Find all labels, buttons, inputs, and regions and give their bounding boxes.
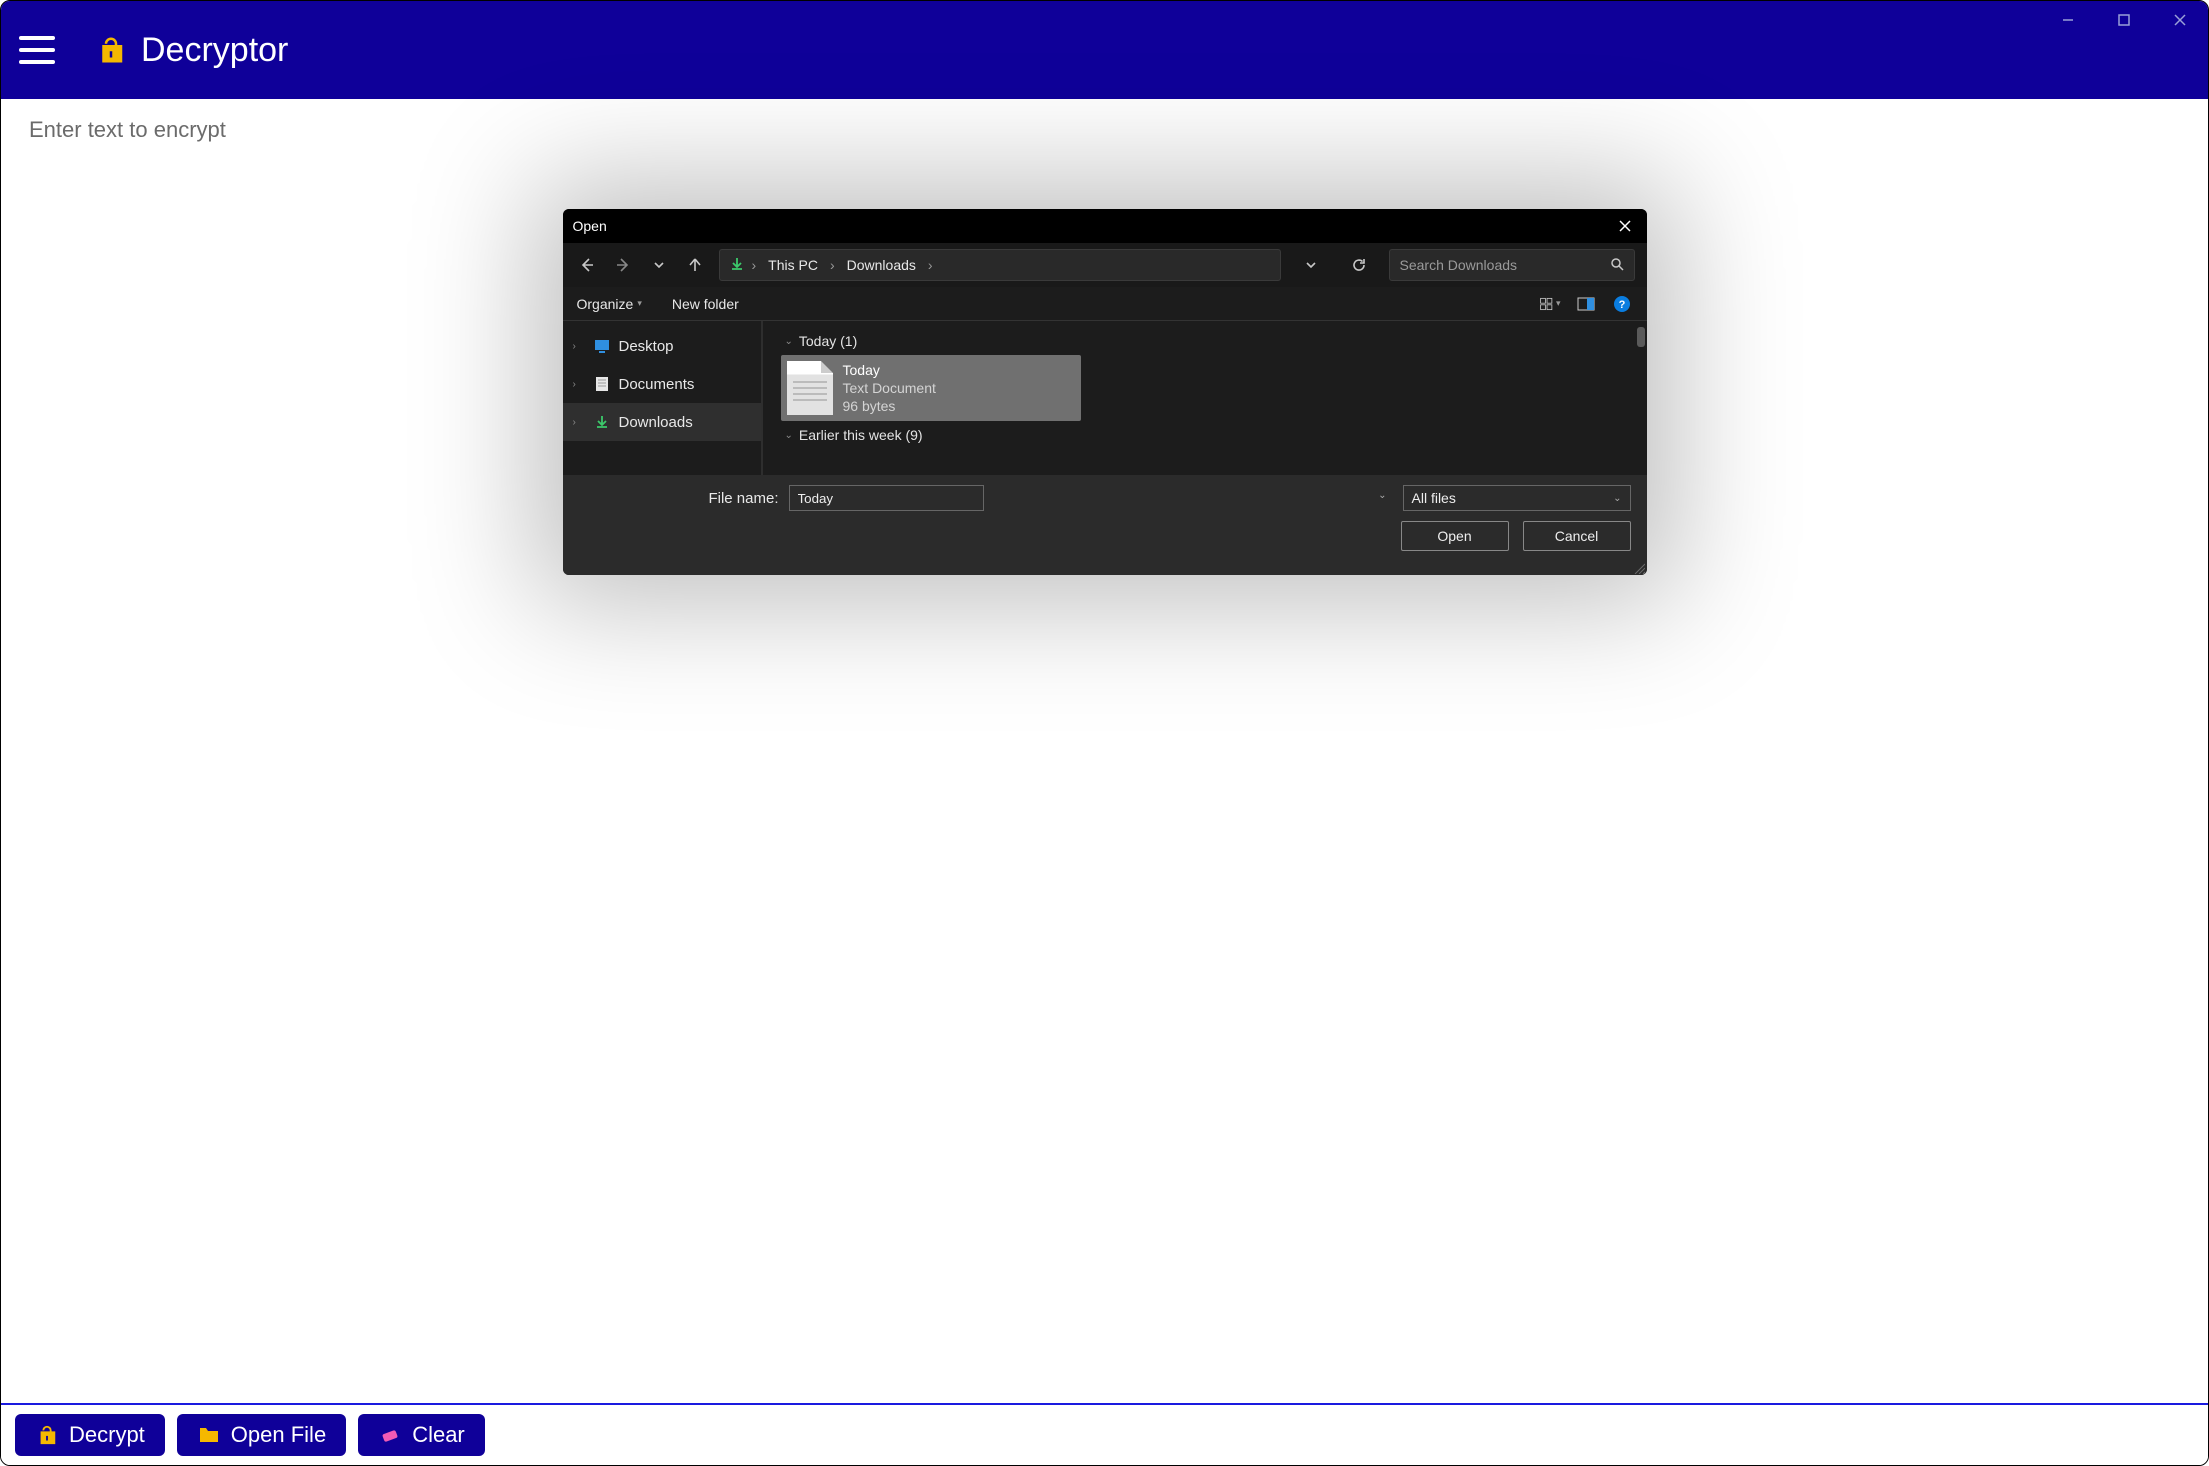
- filename-label: File name:: [579, 490, 779, 507]
- dialog-nav: › This PC › Downloads ›: [563, 243, 1647, 287]
- dialog-cancel-button[interactable]: Cancel: [1523, 521, 1631, 551]
- nav-forward-icon[interactable]: [611, 253, 635, 277]
- nav-up-icon[interactable]: [683, 253, 707, 277]
- search-field[interactable]: [1400, 257, 1580, 273]
- close-button[interactable]: [2152, 1, 2208, 39]
- minimize-button[interactable]: [2040, 1, 2096, 39]
- downloads-icon: [730, 257, 744, 274]
- new-folder-button[interactable]: New folder: [672, 296, 739, 312]
- tree-label: Documents: [619, 376, 695, 393]
- breadcrumb-sep: ›: [830, 257, 835, 273]
- app-title: Decryptor: [141, 31, 288, 70]
- svg-text:?: ?: [1618, 299, 1625, 311]
- bottom-bar: Decrypt Open File Clear: [1, 1403, 2208, 1465]
- tree-label: Desktop: [619, 338, 674, 355]
- decrypt-button[interactable]: Decrypt: [15, 1414, 165, 1456]
- nav-recent-dropdown-icon[interactable]: [647, 253, 671, 277]
- scrollbar-thumb[interactable]: [1637, 327, 1645, 347]
- breadcrumb-sep: ›: [928, 257, 933, 273]
- breadcrumb-downloads[interactable]: Downloads: [843, 257, 920, 273]
- window-controls: [2040, 1, 2208, 39]
- dialog-toolbar: Organize▾ New folder ▾ ?: [563, 287, 1647, 321]
- filetype-select[interactable]: All files ⌄: [1403, 485, 1631, 511]
- preview-pane-icon[interactable]: [1575, 293, 1597, 315]
- downloads-icon: [593, 413, 611, 431]
- tree-item-desktop[interactable]: › Desktop: [563, 327, 761, 365]
- dialog-footer: File name: ⌄ All files ⌄ Open Cancel: [563, 475, 1647, 575]
- nav-back-icon[interactable]: [575, 253, 599, 277]
- file-item-today[interactable]: Today Text Document 96 bytes: [781, 355, 1081, 421]
- chevron-down-icon: ⌄: [1378, 490, 1386, 501]
- dialog-open-button[interactable]: Open: [1401, 521, 1509, 551]
- app-window: Decryptor Enter text to encrypt Open: [0, 0, 2209, 1466]
- tree-item-documents[interactable]: › Documents: [563, 365, 761, 403]
- search-input[interactable]: [1389, 249, 1635, 281]
- titlebar: Decryptor: [1, 1, 2208, 99]
- folder-icon: [197, 1423, 221, 1447]
- file-type: Text Document: [843, 379, 936, 397]
- file-list: ⌄Today (1) Today Text Document 96 bytes …: [763, 321, 1647, 475]
- maximize-button[interactable]: [2096, 1, 2152, 39]
- breadcrumb-sep: ›: [752, 257, 757, 273]
- organize-menu[interactable]: Organize▾: [577, 296, 642, 312]
- file-open-dialog: Open › This PC › Downloads ›: [563, 209, 1647, 575]
- breadcrumb-this-pc[interactable]: This PC: [764, 257, 822, 273]
- address-bar[interactable]: › This PC › Downloads ›: [719, 249, 1281, 281]
- chevron-down-icon: ⌄: [1613, 493, 1621, 504]
- text-document-icon: [787, 361, 833, 415]
- dialog-close-button[interactable]: [1613, 214, 1637, 238]
- view-mode-icon[interactable]: ▾: [1539, 293, 1561, 315]
- search-icon: [1610, 257, 1624, 274]
- tree-item-downloads[interactable]: › Downloads: [563, 403, 761, 441]
- folder-tree: › Desktop › Documents › Downloads: [563, 321, 763, 475]
- documents-icon: [593, 375, 611, 393]
- dialog-body: › Desktop › Documents › Downloads: [563, 321, 1647, 475]
- group-earlier[interactable]: ⌄Earlier this week (9): [777, 421, 1633, 449]
- eraser-icon: [378, 1423, 402, 1447]
- unlock-icon: [95, 34, 127, 66]
- refresh-icon[interactable]: [1341, 249, 1377, 281]
- tree-label: Downloads: [619, 414, 693, 431]
- clear-button[interactable]: Clear: [358, 1414, 485, 1456]
- textarea-placeholder[interactable]: Enter text to encrypt: [29, 117, 226, 143]
- filename-input[interactable]: [789, 485, 984, 511]
- unlock-icon: [35, 1423, 59, 1447]
- open-file-button[interactable]: Open File: [177, 1414, 346, 1456]
- group-today[interactable]: ⌄Today (1): [777, 327, 1633, 355]
- dialog-title: Open: [573, 218, 607, 234]
- help-icon[interactable]: ?: [1611, 293, 1633, 315]
- file-name: Today: [843, 361, 936, 379]
- dialog-titlebar: Open: [563, 209, 1647, 243]
- menu-icon[interactable]: [19, 36, 55, 64]
- address-dropdown-icon[interactable]: [1293, 249, 1329, 281]
- resize-grip-icon[interactable]: [1633, 561, 1645, 573]
- desktop-icon: [593, 337, 611, 355]
- file-size: 96 bytes: [843, 397, 936, 415]
- content-area: Enter text to encrypt Open › This PC ›: [1, 99, 2208, 1405]
